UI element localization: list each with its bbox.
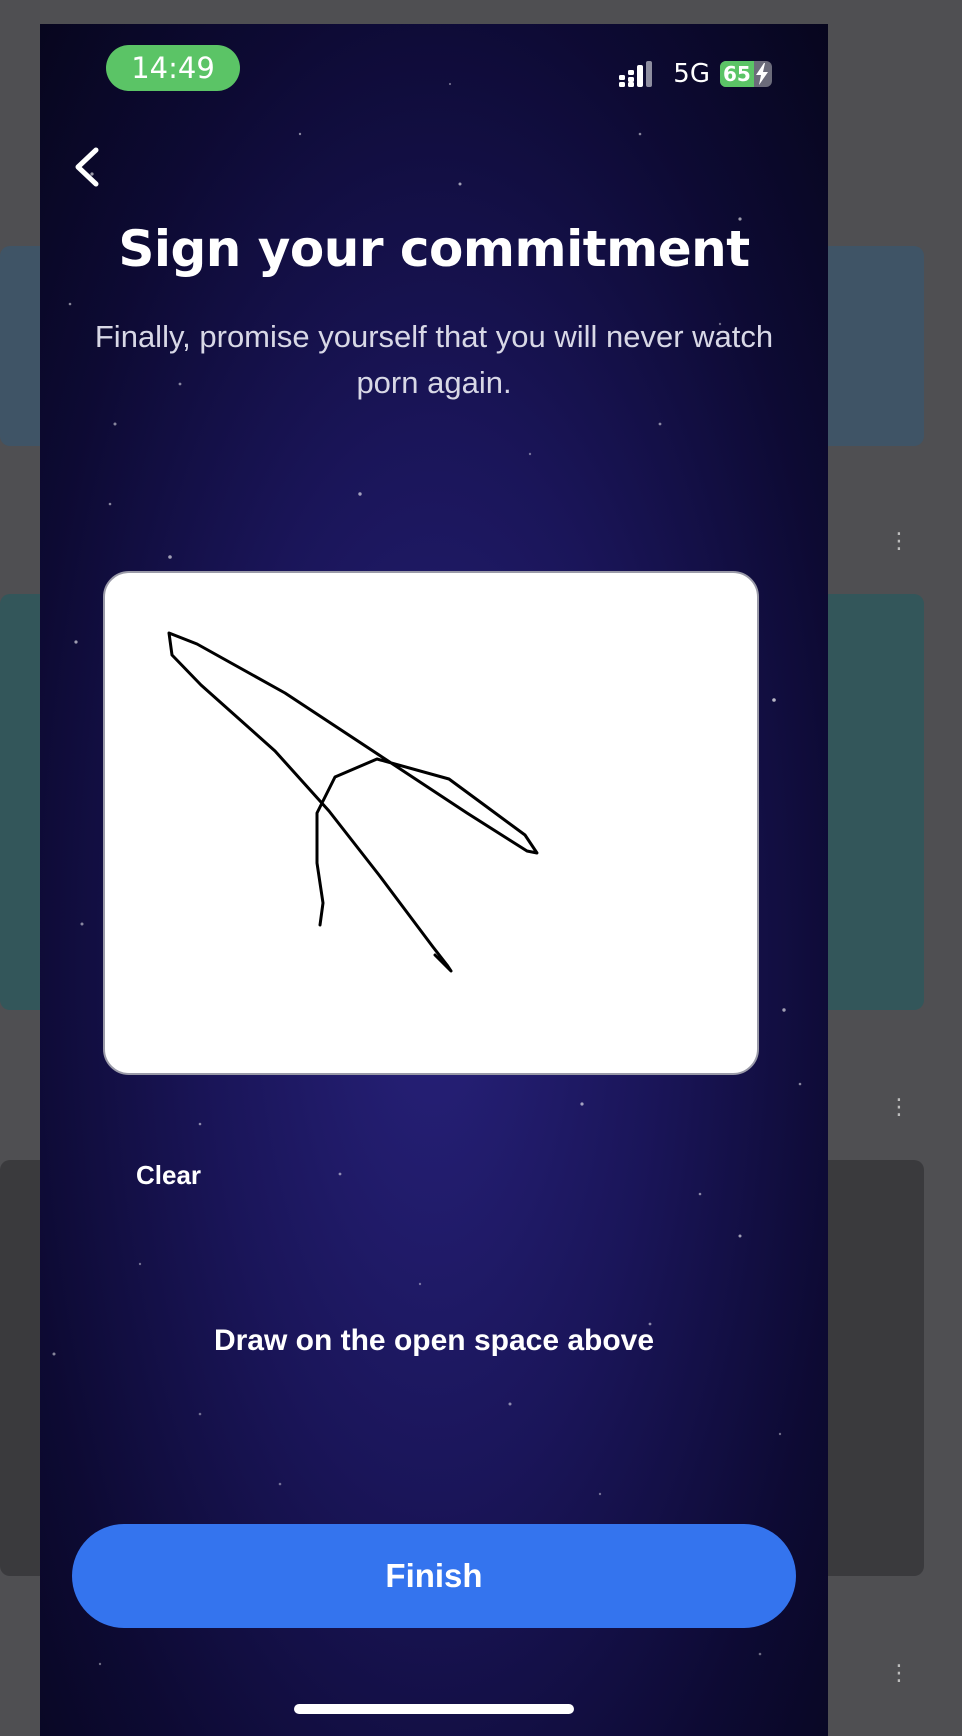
finish-button[interactable]: Finish bbox=[72, 1524, 796, 1628]
clear-button[interactable]: Clear bbox=[136, 1160, 201, 1191]
status-time: 14:49 bbox=[106, 45, 240, 91]
battery-percent: 65 bbox=[723, 62, 751, 86]
network-type: 5G bbox=[673, 59, 710, 89]
battery-charging-icon: 65 bbox=[720, 61, 772, 87]
page-title: Sign your commitment bbox=[118, 220, 750, 278]
drawing-hint: Draw on the open space above bbox=[213, 1324, 655, 1357]
signature-pad[interactable] bbox=[103, 571, 759, 1075]
signal-bars-icon bbox=[619, 61, 653, 87]
back-button[interactable] bbox=[66, 142, 110, 192]
chevron-left-icon bbox=[75, 147, 99, 187]
page-subtitle: Finally, promise yourself that you will … bbox=[94, 319, 774, 400]
phone-screen: 14:49 5G 65 Sign your commitment Finally… bbox=[40, 24, 828, 1736]
background-more-icon: ⋮ bbox=[888, 1094, 912, 1119]
background-more-icon: ⋮ bbox=[888, 1660, 912, 1685]
charging-bolt-icon bbox=[756, 63, 768, 85]
signature-stroke bbox=[167, 631, 539, 973]
background-more-icon: ⋮ bbox=[888, 528, 912, 553]
status-indicators: 5G 65 bbox=[619, 61, 772, 87]
home-indicator[interactable] bbox=[294, 1704, 574, 1714]
